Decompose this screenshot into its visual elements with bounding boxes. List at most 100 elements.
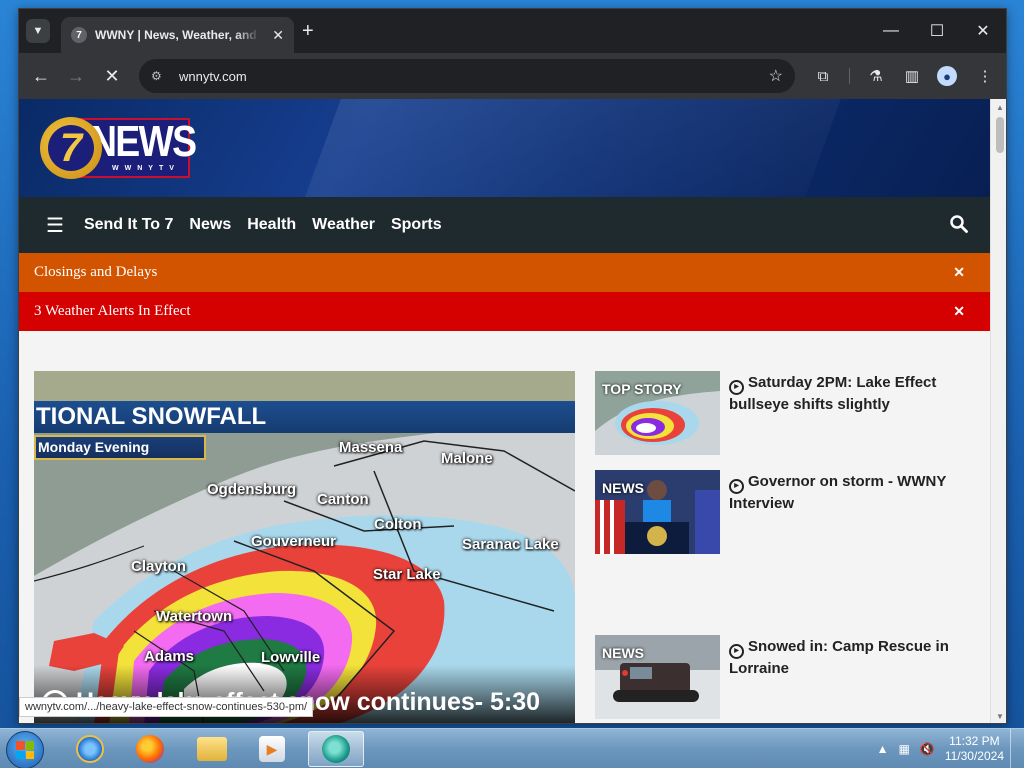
play-icon: ▶ <box>729 643 744 659</box>
taskbar-browser-active[interactable] <box>308 731 364 767</box>
address-bar[interactable]: ⚙ wnnytv.com ☆ <box>139 59 795 93</box>
clock-time: 11:32 PM <box>949 734 1000 748</box>
browser-tab[interactable]: 7 WWNY | News, Weather, and Sports ✕ <box>61 17 294 53</box>
city-label: Malone <box>441 450 493 467</box>
story-title-text: Snowed in: Camp Rescue in Lorraine <box>729 638 949 677</box>
url-text: wnnytv.com <box>179 68 247 84</box>
city-label: Watertown <box>156 608 233 625</box>
windows-logo-icon <box>16 741 34 759</box>
media-player-icon: ▶ <box>259 736 285 762</box>
arrow-left-icon: ← <box>32 65 50 86</box>
weather-alert-bar[interactable]: 3 Weather Alerts In Effect ✕ <box>19 292 990 331</box>
city-label: Saranac Lake <box>462 536 559 553</box>
story-card[interactable]: NEWS ▶ Governor on storm - WWNY Interview <box>595 470 975 554</box>
city-label: Lowville <box>261 649 321 666</box>
story-badge: TOP STORY <box>602 381 682 397</box>
close-icon[interactable]: ✕ <box>953 303 965 320</box>
profile-avatar-icon[interactable]: ● <box>937 66 957 86</box>
forward-button[interactable]: → <box>62 62 90 90</box>
city-label: Colton <box>374 516 422 533</box>
weather-alert-text: 3 Weather Alerts In Effect <box>34 303 191 319</box>
city-label: Ogdensburg <box>207 481 297 498</box>
close-icon[interactable]: ✕ <box>953 264 965 281</box>
story-title[interactable]: ▶ Governor on storm - WWNY Interview <box>729 472 969 514</box>
maximize-button[interactable]: ☐ <box>914 9 960 53</box>
network-icon[interactable]: ▦ <box>899 742 910 756</box>
play-icon: ▶ <box>729 478 744 494</box>
site-settings-icon[interactable]: ⚙ <box>151 69 169 83</box>
story-title-text: Governor on storm - WWNY Interview <box>729 473 947 512</box>
story-thumbnail[interactable]: NEWS <box>595 470 720 554</box>
start-button[interactable] <box>6 731 44 768</box>
taskbar-firefox[interactable] <box>122 731 178 767</box>
search-icon[interactable] <box>950 215 968 238</box>
hamburger-menu-icon[interactable]: ☰ <box>46 213 64 238</box>
taskbar-file-explorer[interactable] <box>184 731 240 767</box>
bookmark-star-icon[interactable]: ☆ <box>769 66 783 86</box>
scroll-down-icon[interactable]: ▼ <box>996 712 1004 721</box>
city-label: Gouverneur <box>251 533 337 550</box>
firefox-icon <box>136 735 164 763</box>
back-button[interactable]: ← <box>27 62 55 90</box>
system-tray: ▲ ▦ 🔇 11:32 PM 11/30/2024 <box>877 729 1004 768</box>
logo-number: 7 <box>48 125 94 171</box>
map-subtitle: Monday Evening <box>34 435 206 460</box>
logo-text: NEWS <box>90 117 197 166</box>
story-title-text: Saturday 2PM: Lake Effect bullseye shift… <box>729 374 937 413</box>
show-desktop-button[interactable] <box>1010 729 1024 768</box>
scroll-thumb[interactable] <box>996 117 1004 153</box>
story-title[interactable]: ▶ Snowed in: Camp Rescue in Lorraine <box>729 637 969 679</box>
volume-muted-icon[interactable]: 🔇 <box>920 742 935 756</box>
nav-health[interactable]: Health <box>247 216 296 234</box>
site-logo[interactable]: NEWS WWNYTV 7 <box>40 115 197 181</box>
city-label: Massena <box>339 439 403 456</box>
system-clock[interactable]: 11:32 PM 11/30/2024 <box>945 734 1004 764</box>
tab-strip: ▼ 7 WWNY | News, Weather, and Sports ✕ +… <box>19 9 1006 53</box>
closings-alert-text: Closings and Delays <box>34 264 158 280</box>
chevron-down-icon: ▼ <box>32 25 44 37</box>
play-icon: ▶ <box>729 379 744 395</box>
scroll-up-icon[interactable]: ▲ <box>996 103 1004 112</box>
tab-title: WWNY | News, Weather, and Sports <box>95 28 260 42</box>
content-area: TIONAL SNOWFALL Monday Evening Massena M… <box>19 331 990 723</box>
stop-loading-button[interactable]: ✕ <box>98 62 126 90</box>
new-tab-icon[interactable]: + <box>302 21 314 41</box>
hero-video[interactable]: TIONAL SNOWFALL Monday Evening Massena M… <box>34 371 575 723</box>
logo-subtext: WWNYTV <box>112 165 180 172</box>
favicon-icon: 7 <box>71 27 87 43</box>
taskbar-media-player[interactable]: ▶ <box>244 731 300 767</box>
city-label: Star Lake <box>373 566 441 583</box>
story-title[interactable]: ▶ Saturday 2PM: Lake Effect bullseye shif… <box>729 373 969 415</box>
close-tab-icon[interactable]: ✕ <box>272 27 284 44</box>
browser-window: ▼ 7 WWNY | News, Weather, and Sports ✕ +… <box>18 8 1007 724</box>
city-label: Clayton <box>131 558 187 575</box>
story-thumbnail[interactable]: NEWS <box>595 635 720 719</box>
side-panel-icon[interactable]: ▥ <box>901 65 923 87</box>
show-hidden-icons-icon[interactable]: ▲ <box>877 742 889 756</box>
nav-weather[interactable]: Weather <box>312 216 375 234</box>
browser-toolbar: ← → ✕ ⚙ wnnytv.com ☆ ⧉ ⚗ ▥ ● ⋮ <box>19 53 1006 99</box>
nav-send-it-to-7[interactable]: Send It To 7 <box>84 216 173 234</box>
tab-search-button[interactable]: ▼ <box>26 19 50 43</box>
nav-sports[interactable]: Sports <box>391 216 442 234</box>
closings-alert-bar[interactable]: Closings and Delays ✕ <box>19 253 990 292</box>
more-menu-icon[interactable]: ⋮ <box>974 65 996 87</box>
page-scrollbar[interactable]: ▲ ▼ <box>990 99 1006 723</box>
minimize-button[interactable]: — <box>868 9 914 53</box>
taskbar: ▶ ▲ ▦ 🔇 11:32 PM 11/30/2024 <box>0 728 1024 768</box>
folder-icon <box>197 737 227 761</box>
taskbar-internet-explorer[interactable] <box>62 731 118 767</box>
story-badge: NEWS <box>602 645 644 661</box>
labs-flask-icon[interactable]: ⚗ <box>865 65 887 87</box>
close-window-button[interactable]: ✕ <box>960 9 1006 53</box>
clock-date: 11/30/2024 <box>944 749 1004 763</box>
main-navigation: ☰ Send It To 7 News Health Weather Sport… <box>19 197 990 253</box>
story-card[interactable]: NEWS ▶ Snowed in: Camp Rescue in Lorraine <box>595 635 975 719</box>
page-viewport: NEWS WWNYTV 7 ☰ Send It To 7 News Health… <box>19 99 990 723</box>
header-decoration <box>282 99 856 197</box>
story-card[interactable]: TOP STORY ▶ Saturday 2PM: Lake Effect bul… <box>595 371 975 455</box>
extensions-icon[interactable]: ⧉ <box>812 65 834 87</box>
story-thumbnail[interactable]: TOP STORY <box>595 371 720 455</box>
nav-news[interactable]: News <box>189 216 231 234</box>
story-badge: NEWS <box>602 480 644 496</box>
